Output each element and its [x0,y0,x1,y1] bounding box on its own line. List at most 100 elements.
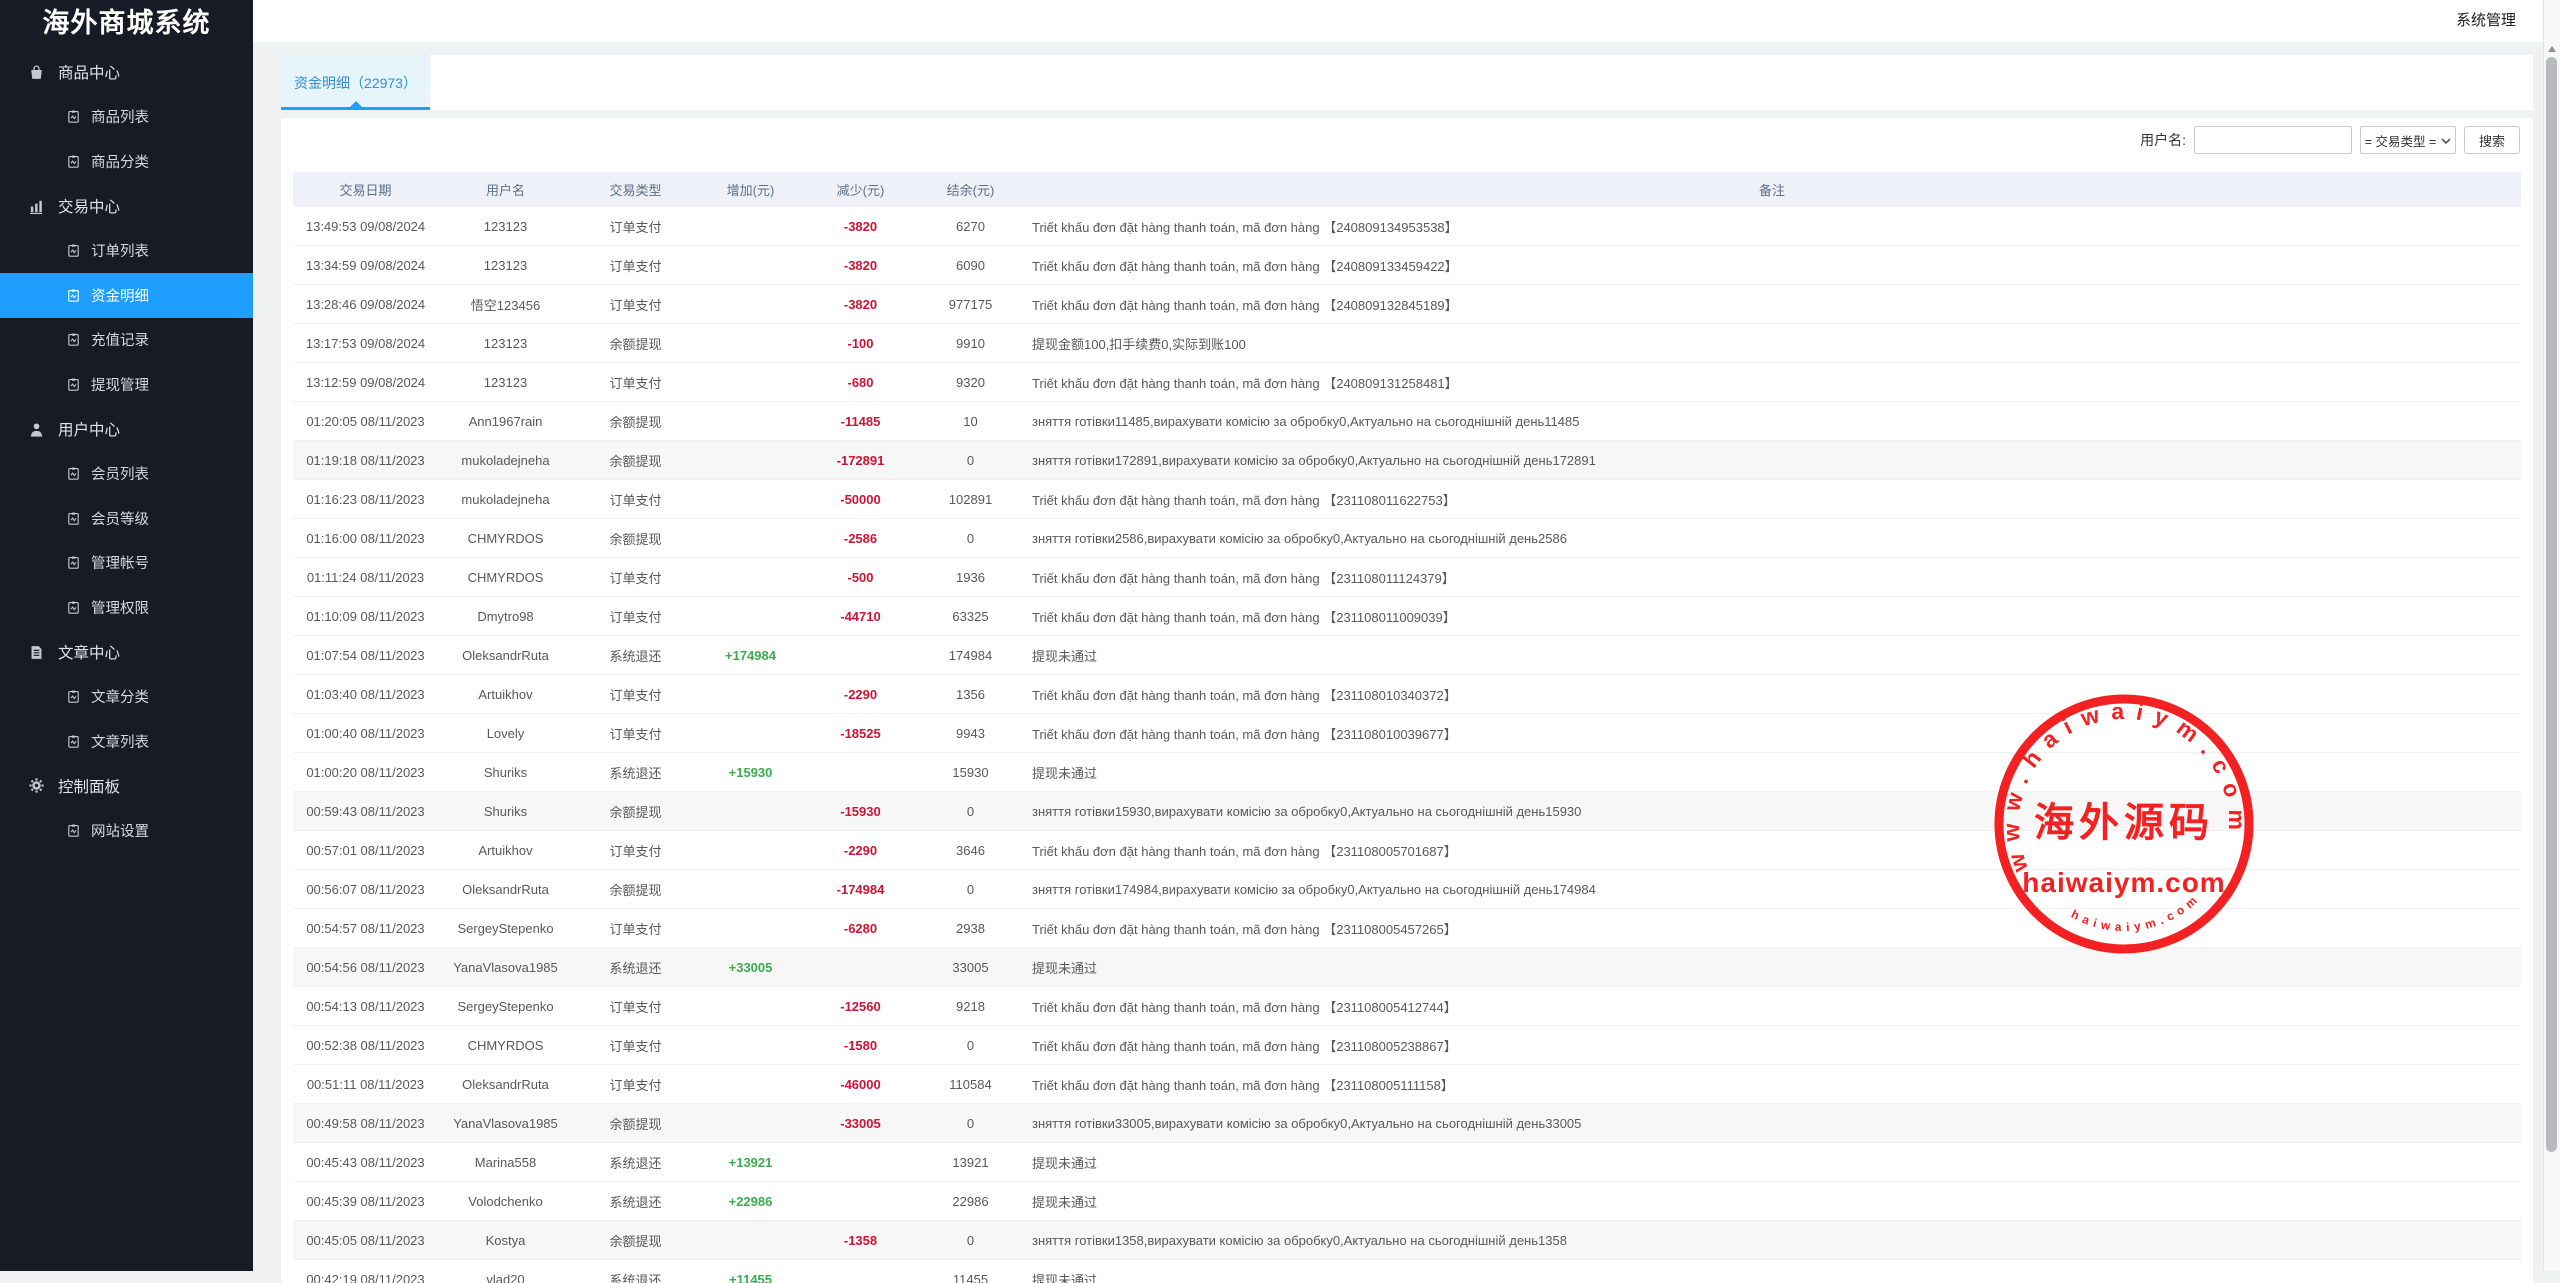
scrollbar-thumb[interactable] [2546,57,2557,1152]
cell-balance: 0 [918,1026,1023,1065]
sidebar-item-fund-details[interactable]: 资金明细 [0,273,253,318]
cell-type: 系统退还 [573,1260,698,1283]
cell-decrease: -12560 [803,987,918,1026]
cell-decrease: -2290 [803,831,918,870]
column-header: 用户名 [438,172,573,207]
cell-increase [698,246,803,285]
cell-increase [698,1221,803,1260]
shopping-bag-icon [28,64,45,81]
cell-date: 00:45:05 08/11/2023 [293,1221,438,1260]
cell-remark: Triết khấu đơn đặt hàng thanh toán, mã đ… [1023,363,2521,402]
cell-remark: зняття готівки15930,вирахувати комісію з… [1023,792,2521,831]
table-row: 13:49:53 09/08/2024123123订单支付-38206270Tr… [293,207,2521,246]
sidebar-item-member-list[interactable]: 会员列表 [0,451,253,496]
cell-username: Lovely [438,714,573,753]
table-row: 01:16:23 08/11/2023mukoladejneha订单支付-500… [293,480,2521,519]
cell-decrease: -680 [803,363,918,402]
column-header: 减少(元) [803,172,918,207]
cell-remark: Triết khấu đơn đặt hàng thanh toán, mã đ… [1023,1065,2521,1104]
cell-type: 余额提现 [573,441,698,480]
cell-decrease [803,753,918,792]
tab-strip: 资金明细（22973） [281,55,2533,110]
table-row: 00:45:39 08/11/2023Volodchenko系统退还+22986… [293,1182,2521,1221]
sidebar-item-label: 会员等级 [91,508,149,529]
cell-balance: 977175 [918,285,1023,324]
sidebar-section-label: 控制面板 [58,775,120,797]
table-row: 00:51:11 08/11/2023OleksandrRuta订单支付-460… [293,1065,2521,1104]
form-icon [66,154,81,169]
cell-username: OleksandrRuta [438,1065,573,1104]
table-row: 00:54:13 08/11/2023SergeyStepenko订单支付-12… [293,987,2521,1026]
cell-increase [698,1026,803,1065]
sidebar-item-admin-permissions[interactable]: 管理权限 [0,585,253,630]
cell-decrease: -44710 [803,597,918,636]
cell-remark: Triết khấu đơn đặt hàng thanh toán, mã đ… [1023,1026,2521,1065]
search-button[interactable]: 搜索 [2464,126,2520,154]
form-icon [66,823,81,838]
sidebar-item-article-list[interactable]: 文章列表 [0,719,253,764]
table-row: 00:54:57 08/11/2023SergeyStepenko订单支付-62… [293,909,2521,948]
sidebar-section-article-center[interactable]: 文章中心 [0,630,253,675]
cell-increase [698,558,803,597]
cell-increase [698,987,803,1026]
transaction-type-select[interactable]: = 交易类型 = [2360,126,2456,154]
sidebar-section-trade-center[interactable]: 交易中心 [0,184,253,229]
cell-balance: 6090 [918,246,1023,285]
form-icon [66,288,81,303]
cell-balance: 11455 [918,1260,1023,1283]
cell-username: Marina558 [438,1143,573,1182]
sidebar-item-withdrawal-management[interactable]: 提现管理 [0,362,253,407]
form-icon [66,466,81,481]
sidebar-item-member-level[interactable]: 会员等级 [0,496,253,541]
cell-increase [698,285,803,324]
fund-details-table: 交易日期用户名交易类型增加(元)减少(元)结余(元)备注 13:49:53 09… [293,172,2521,1283]
sidebar-item-recharge-records[interactable]: 充值记录 [0,318,253,363]
cell-balance: 0 [918,870,1023,909]
sidebar-item-site-settings[interactable]: 网站设置 [0,808,253,853]
sidebar-item-admin-accounts[interactable]: 管理帐号 [0,541,253,586]
sidebar-section-control-panel[interactable]: 控制面板 [0,764,253,809]
cell-date: 13:49:53 09/08/2024 [293,207,438,246]
document-icon [28,644,45,661]
cell-decrease [803,1143,918,1182]
cell-type: 系统退还 [573,636,698,675]
cell-date: 01:16:23 08/11/2023 [293,480,438,519]
cell-username: mukoladejneha [438,441,573,480]
cell-date: 00:54:56 08/11/2023 [293,948,438,987]
sidebar-item-article-category[interactable]: 文章分类 [0,674,253,719]
column-header: 结余(元) [918,172,1023,207]
cell-type: 订单支付 [573,909,698,948]
system-admin-menu[interactable]: 系统管理 [2456,0,2516,42]
sidebar-item-product-category[interactable]: 商品分类 [0,139,253,184]
cell-remark: 提现未通过 [1023,948,2521,987]
sidebar-section-user-center[interactable]: 用户中心 [0,407,253,452]
scroll-up-arrow-icon[interactable] [2548,46,2556,52]
table-row: 00:59:43 08/11/2023Shuriks余额提现-159300зня… [293,792,2521,831]
table-row: 01:00:40 08/11/2023Lovely订单支付-185259943T… [293,714,2521,753]
sidebar-section-product-center[interactable]: 商品中心 [0,50,253,95]
cell-type: 余额提现 [573,1221,698,1260]
sidebar-item-product-list[interactable]: 商品列表 [0,95,253,140]
tab-fund-details[interactable]: 资金明细（22973） [281,55,430,110]
chevron-down-icon [2441,133,2451,147]
cell-decrease: -174984 [803,870,918,909]
sidebar-item-order-list[interactable]: 订单列表 [0,228,253,273]
table-row: 00:57:01 08/11/2023Artuikhov订单支付-2290364… [293,831,2521,870]
cell-balance: 33005 [918,948,1023,987]
cell-remark: Triết khấu đơn đặt hàng thanh toán, mã đ… [1023,480,2521,519]
cell-increase [698,207,803,246]
table-header-row: 交易日期用户名交易类型增加(元)减少(元)结余(元)备注 [293,172,2521,207]
cell-balance: 63325 [918,597,1023,636]
cell-date: 00:52:38 08/11/2023 [293,1026,438,1065]
username-input[interactable] [2194,126,2352,154]
table-row: 00:56:07 08/11/2023OleksandrRuta余额提现-174… [293,870,2521,909]
gear-icon [28,777,45,794]
cell-username: CHMYRDOS [438,519,573,558]
cell-increase [698,870,803,909]
cell-balance: 1936 [918,558,1023,597]
table-row: 00:42:19 08/11/2023vlad20系统退还+1145511455… [293,1260,2521,1283]
cell-type: 订单支付 [573,675,698,714]
cell-increase: +22986 [698,1182,803,1221]
cell-increase [698,324,803,363]
cell-decrease: -18525 [803,714,918,753]
